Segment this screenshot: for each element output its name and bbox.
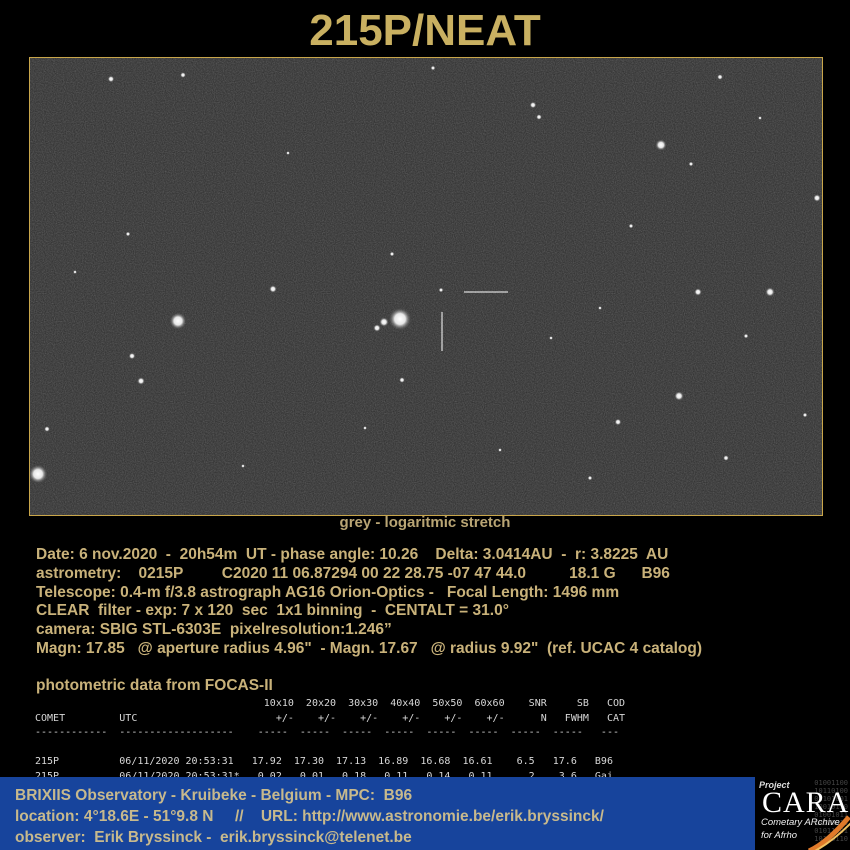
- star: [125, 231, 131, 237]
- photometry-header-row: 10x10 20x20 30x30 40x40 50x50 60x60 SNR …: [35, 698, 626, 709]
- star: [694, 288, 702, 296]
- photometry-blank-row: [35, 741, 625, 756]
- footer-bar: BRIXIIS Observatory - Kruibeke - Belgium…: [0, 777, 850, 850]
- info-astrometry-line: astrometry: 0215P C2020 11 06.87294 00 2…: [36, 564, 670, 582]
- star: [802, 412, 808, 418]
- star: [73, 270, 77, 274]
- footer-location: location: 4°18.6E - 51°9.8 N // URL: htt…: [15, 808, 604, 825]
- star: [399, 377, 405, 383]
- star: [379, 317, 389, 327]
- star: [536, 114, 542, 120]
- star: [587, 475, 593, 481]
- star: [389, 251, 395, 257]
- star: [269, 285, 277, 293]
- stretch-caption: grey - logaritmic stretch: [339, 514, 511, 531]
- star: [169, 312, 187, 330]
- footer-text: BRIXIIS Observatory - Kruibeke - Belgium…: [15, 785, 604, 848]
- info-magnitude-line: Magn: 17.85 @ aperture radius 4.96" - Ma…: [36, 639, 702, 657]
- star: [430, 65, 436, 71]
- cara-logo: 01001100 10110100 01101001 10010110 0100…: [755, 777, 850, 850]
- star: [529, 101, 537, 109]
- star: [598, 306, 602, 310]
- info-date-line: Date: 6 nov.2020 - 20h54m UT - phase ang…: [36, 546, 669, 563]
- star: [723, 455, 729, 461]
- footer-observatory: BRIXIIS Observatory - Kruibeke - Belgium…: [15, 787, 413, 804]
- star: [813, 194, 821, 202]
- star: [241, 464, 245, 468]
- star-field-image: [29, 57, 823, 516]
- star: [388, 307, 412, 331]
- star: [44, 426, 50, 432]
- observation-info: Date: 6 nov.2020 - 20h54m UT - phase ang…: [36, 546, 702, 659]
- star: [549, 336, 553, 340]
- star: [614, 418, 622, 426]
- photometry-heading: photometric data from FOCAS-II: [36, 677, 273, 694]
- star: [438, 287, 444, 293]
- logo-line1: Cometary ARchive: [761, 817, 840, 828]
- image-title: 215P/NEAT: [309, 6, 541, 55]
- info-telescope-line: Telescope: 0.4-m f/3.8 astrograph AG16 O…: [36, 583, 620, 601]
- info-camera-line: camera: SBIG STL-6303E pixelresolution:1…: [36, 621, 392, 639]
- star: [655, 139, 667, 151]
- star: [628, 223, 634, 229]
- footer-observer: observer: Erik Bryssinck - erik.bryssinc…: [15, 829, 412, 846]
- star-field-svg: [30, 58, 822, 515]
- star: [765, 287, 775, 297]
- star: [688, 161, 694, 167]
- star: [128, 352, 136, 360]
- star: [180, 72, 186, 78]
- photometry-header-row: COMET UTC +/- +/- +/- +/- +/- +/- N FWHM…: [35, 712, 626, 724]
- star: [286, 151, 290, 155]
- star: [363, 426, 367, 430]
- logo-line2: for Afrho: [761, 830, 798, 841]
- star: [717, 74, 723, 80]
- star: [137, 377, 145, 385]
- photometry-data-row: 215P 06/11/2020 20:53:31 17.92 17.30 17.…: [35, 756, 613, 767]
- star: [107, 75, 115, 83]
- star: [674, 391, 684, 401]
- star: [498, 448, 502, 452]
- info-filter-line: CLEAR filter - exp: 7 x 120 sec 1x1 binn…: [36, 602, 509, 620]
- photometry-separator-row: ------------ ------------------- ----- -…: [35, 727, 619, 738]
- star: [758, 116, 762, 120]
- star: [743, 333, 749, 339]
- photometry-table: 10x10 20x20 30x30 40x40 50x50 60x60 SNR …: [35, 697, 625, 784]
- star: [373, 324, 381, 332]
